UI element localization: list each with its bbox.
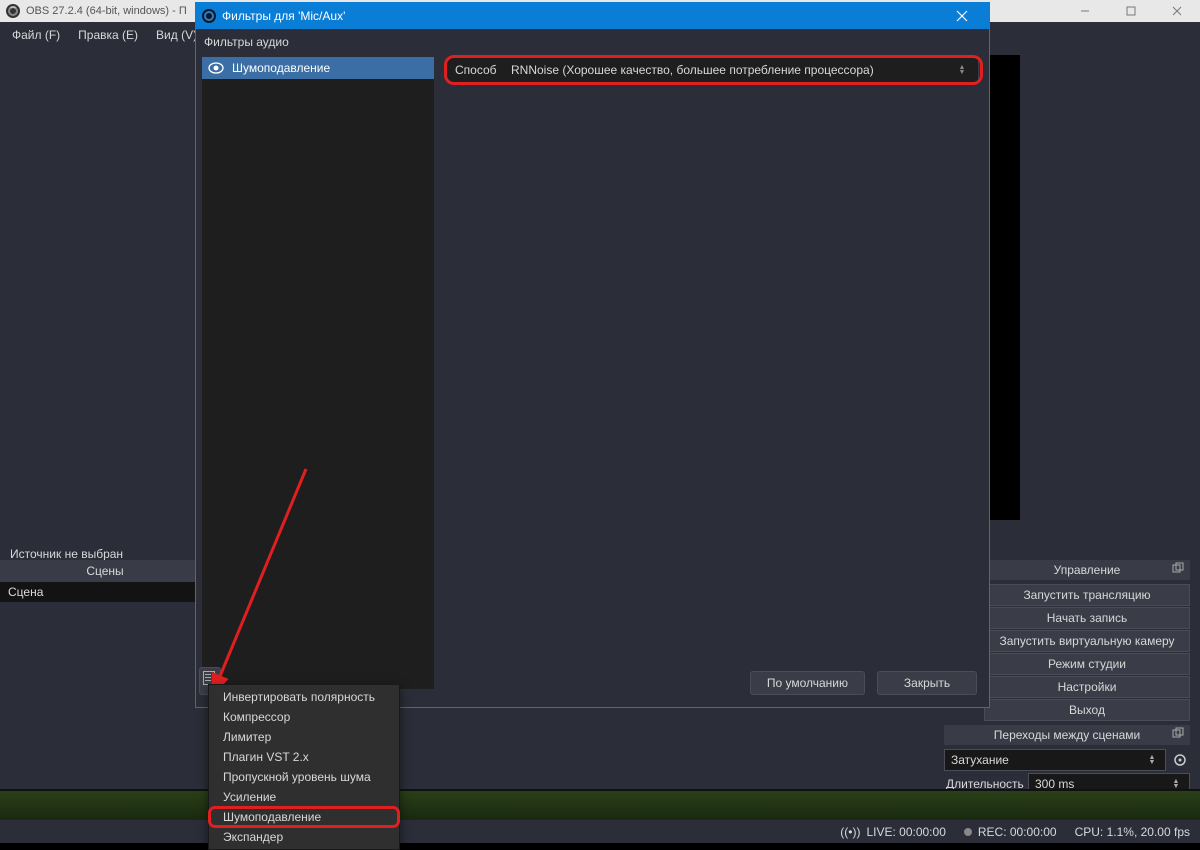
context-menu-item[interactable]: Шумоподавление (209, 807, 399, 827)
popout-icon[interactable] (1172, 562, 1186, 576)
dialog-titlebar[interactable]: Фильтры для 'Mic/Aux' (196, 3, 989, 29)
exit-button[interactable]: Выход (984, 699, 1190, 721)
context-menu-item[interactable]: Экспандер (209, 827, 399, 847)
audio-filters-label: Фильтры аудио (196, 29, 989, 53)
close-button[interactable] (1154, 0, 1200, 22)
dialog-close-button[interactable] (941, 3, 983, 29)
no-source-label: Источник не выбран (10, 547, 123, 561)
eye-icon[interactable] (208, 62, 224, 74)
menu-file[interactable]: Файл (F) (4, 25, 68, 45)
statusbar: ((•)) LIVE: 00:00:00 REC: 00:00:00 CPU: 1… (0, 819, 1200, 843)
obs-logo-icon (6, 4, 20, 18)
filter-list: Шумоподавление (202, 57, 434, 689)
minimize-button[interactable] (1062, 0, 1108, 22)
method-dropdown[interactable]: Способ RNNoise (Хорошее качество, больше… (446, 57, 979, 83)
live-status: LIVE: 00:00:00 (866, 825, 945, 839)
context-menu-item[interactable]: Усиление (209, 787, 399, 807)
filter-item-selected[interactable]: Шумоподавление (202, 57, 434, 79)
record-dot-icon (964, 828, 972, 836)
add-filter-context-menu: Инвертировать полярностьКомпрессорЛимите… (208, 684, 400, 850)
context-menu-item[interactable]: Инвертировать полярность (209, 687, 399, 707)
defaults-button[interactable]: По умолчанию (750, 671, 865, 695)
context-menu-item[interactable]: Пропускной уровень шума (209, 767, 399, 787)
settings-button[interactable]: Настройки (984, 676, 1190, 698)
start-vcam-button[interactable]: Запустить виртуальную камеру (984, 630, 1190, 652)
broadcast-icon: ((•)) (840, 825, 860, 839)
filter-name: Шумоподавление (232, 61, 330, 75)
obs-logo-icon (202, 9, 216, 23)
method-label: Способ (447, 63, 511, 77)
scenes-header: Сцены (86, 564, 123, 578)
context-menu-item[interactable]: Плагин VST 2.x (209, 747, 399, 767)
filters-dialog: Фильтры для 'Mic/Aux' Фильтры аудио Шумо… (195, 2, 990, 708)
start-record-button[interactable]: Начать запись (984, 607, 1190, 629)
scenes-panel: Сцены Сцена ＋ － ∧ ∨ (0, 560, 210, 820)
spinner-icon: ▲▼ (1169, 779, 1183, 789)
gear-icon[interactable] (1170, 750, 1190, 770)
popout-icon[interactable] (1172, 727, 1186, 741)
dialog-title: Фильтры для 'Mic/Aux' (222, 9, 941, 23)
context-menu-item[interactable]: Компрессор (209, 707, 399, 727)
desktop-background (0, 789, 1200, 819)
start-stream-button[interactable]: Запустить трансляцию (984, 584, 1190, 606)
chevron-updown-icon: ▲▼ (952, 65, 972, 75)
controls-panel: Управление Запустить трансляцию Начать з… (984, 560, 1190, 722)
spinner-icon: ▲▼ (1145, 755, 1159, 765)
transitions-panel: Переходы между сценами Затухание ▲▼ Длит… (944, 725, 1190, 795)
cpu-status: CPU: 1.1%, 20.00 fps (1075, 825, 1190, 839)
context-menu-item[interactable]: Лимитер (209, 727, 399, 747)
method-value: RNNoise (Хорошее качество, большее потре… (511, 63, 952, 77)
filter-properties: Способ RNNoise (Хорошее качество, больше… (446, 57, 979, 83)
transition-select[interactable]: Затухание ▲▼ (944, 749, 1166, 771)
studio-mode-button[interactable]: Режим студии (984, 653, 1190, 675)
close-button[interactable]: Закрыть (877, 671, 977, 695)
menu-edit[interactable]: Правка (E) (70, 25, 146, 45)
rec-status: REC: 00:00:00 (978, 825, 1057, 839)
scene-item[interactable]: Сцена (0, 582, 210, 602)
controls-header: Управление (1054, 563, 1121, 577)
maximize-button[interactable] (1108, 0, 1154, 22)
transitions-header: Переходы между сценами (994, 728, 1140, 742)
